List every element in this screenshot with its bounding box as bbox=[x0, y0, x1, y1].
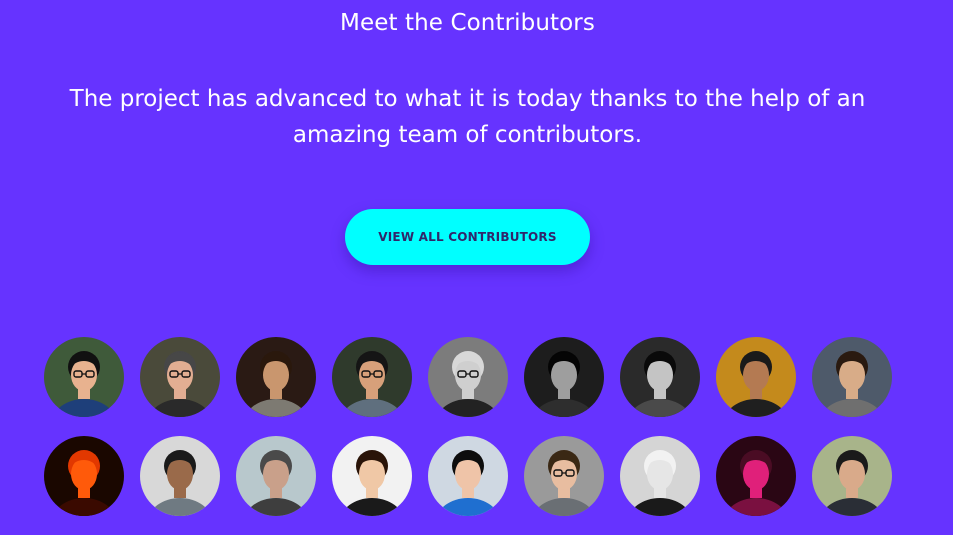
contributor-photo bbox=[44, 436, 124, 516]
section-title: Meet the Contributors bbox=[340, 10, 595, 36]
avatar-row bbox=[44, 337, 904, 417]
contributor-avatar[interactable] bbox=[140, 337, 220, 417]
contributor-photo bbox=[428, 436, 508, 516]
contributor-avatar[interactable] bbox=[620, 337, 700, 417]
contributor-avatar[interactable] bbox=[716, 337, 796, 417]
contributor-avatar[interactable] bbox=[44, 337, 124, 417]
contributor-avatar[interactable] bbox=[812, 337, 892, 417]
contributor-photo bbox=[140, 436, 220, 516]
contributor-photo bbox=[812, 337, 892, 417]
contributor-photo bbox=[44, 337, 124, 417]
contributor-avatar[interactable] bbox=[620, 436, 700, 516]
contributors-avatar-grid bbox=[44, 337, 904, 535]
contributor-avatar[interactable] bbox=[332, 337, 412, 417]
contributor-avatar[interactable] bbox=[524, 337, 604, 417]
view-all-contributors-button[interactable]: VIEW ALL CONTRIBUTORS bbox=[345, 209, 590, 265]
contributor-photo bbox=[428, 337, 508, 417]
avatar-row bbox=[44, 436, 904, 516]
contributor-avatar[interactable] bbox=[236, 436, 316, 516]
contributor-avatar[interactable] bbox=[44, 436, 124, 516]
contributor-avatar[interactable] bbox=[140, 436, 220, 516]
section-description: The project has advanced to what it is t… bbox=[69, 86, 866, 148]
contributor-photo bbox=[524, 337, 604, 417]
contributor-avatar[interactable] bbox=[812, 436, 892, 516]
contributor-photo bbox=[716, 436, 796, 516]
contributor-photo bbox=[620, 436, 700, 516]
contributor-photo bbox=[236, 436, 316, 516]
contributor-avatar[interactable] bbox=[428, 337, 508, 417]
contributor-photo bbox=[812, 436, 892, 516]
contributor-photo bbox=[140, 337, 220, 417]
contributor-avatar[interactable] bbox=[716, 436, 796, 516]
contributor-photo bbox=[236, 337, 316, 417]
contributor-photo bbox=[524, 436, 604, 516]
contributor-photo bbox=[716, 337, 796, 417]
contributor-photo bbox=[332, 436, 412, 516]
contributor-photo bbox=[332, 337, 412, 417]
contributor-avatar[interactable] bbox=[236, 337, 316, 417]
contributor-avatar[interactable] bbox=[524, 436, 604, 516]
contributor-avatar[interactable] bbox=[428, 436, 508, 516]
contributor-photo bbox=[620, 337, 700, 417]
contributor-avatar[interactable] bbox=[332, 436, 412, 516]
